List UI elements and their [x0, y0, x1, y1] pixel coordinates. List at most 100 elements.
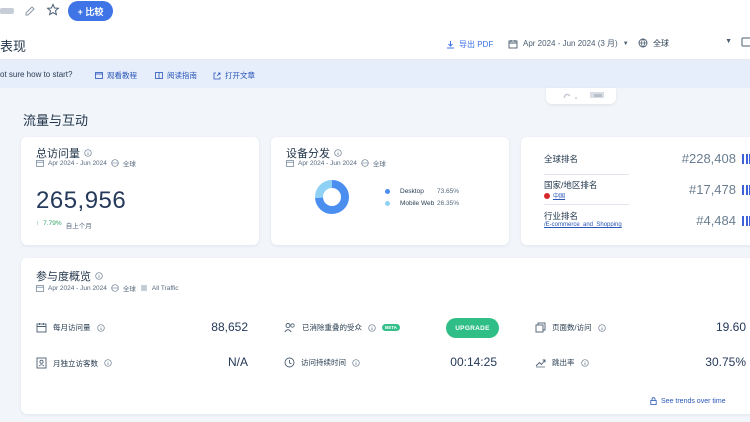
help-prompt: ot sure how to start?: [0, 70, 73, 79]
total-visits-card: 总访问量 Apr 2024 - Jun 2024 全球 265,956 ↑ 7.…: [21, 137, 259, 245]
country-rank-label: 国家/地区排名: [544, 180, 598, 190]
engagement-title-text: 参与度概览: [36, 271, 91, 283]
country-name: 中国: [553, 194, 566, 200]
total-visits-delta: ↑ 7.79% 自上个月: [36, 220, 92, 230]
info-icon[interactable]: [597, 323, 606, 332]
compare-button[interactable]: + 比较: [68, 1, 113, 21]
info-icon[interactable]: [104, 359, 112, 367]
region-select[interactable]: 全球 ▼: [638, 34, 738, 52]
guide-link-label: 阅读指南: [167, 71, 197, 80]
industry-rank-label: 行业排名: [544, 211, 579, 221]
total-visits-region: 全球: [122, 161, 136, 168]
global-rank-number: #228,408: [681, 151, 736, 166]
bounce-rate-metric: 跳出率: [535, 357, 589, 368]
person-card-icon: [36, 357, 47, 369]
info-icon[interactable]: [368, 323, 376, 332]
engagement-card: 参与度概览 Apr 2024 - Jun 2024 全球 All Traffic: [21, 258, 750, 414]
info-icon[interactable]: [352, 358, 360, 367]
rank-bars-icon: [742, 153, 750, 164]
bounce-rate-label: 跳出率: [552, 358, 575, 367]
globe-icon: [111, 159, 119, 167]
top-toolbar: + 比较: [0, 0, 750, 26]
star-icon[interactable]: [46, 3, 60, 17]
country-link[interactable]: 中国: [544, 191, 565, 200]
monthly-unique-value: N/A: [227, 355, 248, 369]
info-icon[interactable]: [580, 358, 589, 367]
arrow-up-icon: ↑: [36, 220, 40, 227]
calendar-icon: [36, 285, 44, 292]
video-icon: [95, 72, 103, 79]
legend-desktop-label: Desktop: [400, 188, 424, 195]
rank-card: 全球排名 #228,408 国家/地区排名 中国 #17,478 行业排名 /E…: [521, 137, 750, 245]
chevron-down-icon: ▼: [622, 40, 629, 47]
divider: [544, 204, 629, 205]
rank-bars-icon: [742, 184, 750, 195]
date-range-label: Apr 2024 - Jun 2024 (3 月): [523, 39, 618, 48]
thumbnail-image: [563, 92, 604, 99]
legend-mobile: Mobile Web 26.35%: [385, 200, 459, 207]
book-icon: [155, 72, 163, 79]
divider: [544, 174, 629, 175]
country-rank-value: #17,478: [689, 182, 750, 197]
bounce-rate-value: 30.75%: [705, 355, 746, 369]
engagement-region: 全球: [122, 286, 136, 293]
lock-icon: [650, 397, 657, 405]
global-rank-value: #228,408: [682, 151, 750, 166]
tutorial-link-label: 观看教程: [107, 71, 137, 80]
china-flag-icon: [544, 192, 550, 199]
engagement-meta: Apr 2024 - Jun 2024 全球 All Traffic: [36, 283, 179, 293]
monthly-visits-metric: 每月访问量: [36, 322, 105, 333]
total-visits-date: Apr 2024 - Jun 2024: [48, 159, 107, 167]
industry-link[interactable]: /E-commerce_and_Shopping: [544, 222, 622, 228]
total-visits-delta-label: 自上个月: [65, 223, 92, 230]
globe-icon: [638, 38, 648, 48]
see-trends-link[interactable]: See trends over time: [650, 397, 726, 405]
info-icon[interactable]: [95, 272, 103, 280]
info-icon[interactable]: [334, 149, 342, 157]
calendar-icon: [286, 160, 294, 167]
monthly-unique-label: 月独立访客数: [53, 358, 98, 368]
info-icon[interactable]: [96, 323, 105, 332]
chevron-down-icon: ▼: [725, 38, 732, 45]
calendar-icon: [508, 39, 518, 48]
export-pdf-button[interactable]: 导出 PDF: [446, 39, 493, 50]
legend-desktop-pct: 73.65%: [437, 188, 460, 195]
total-visits-value: 265,956: [36, 187, 127, 214]
trend-arrow-icon: [535, 359, 546, 368]
device-meta: Apr 2024 - Jun 2024 全球: [286, 158, 386, 168]
engagement-title: 参与度概览: [36, 268, 103, 284]
pages-icon: [535, 322, 546, 333]
legend-dot: [385, 201, 390, 206]
tutorial-link[interactable]: 观看教程: [95, 70, 137, 81]
date-range-picker[interactable]: Apr 2024 - Jun 2024 (3 月) ▼: [508, 38, 629, 49]
calendar-icon: [36, 160, 44, 167]
chat-icon[interactable]: [741, 37, 750, 49]
page-header: 表现 导出 PDF Apr 2024 - Jun 2024 (3 月) ▼ 全球…: [0, 26, 750, 60]
pencil-icon[interactable]: [24, 4, 36, 18]
monthly-visits-value: 88,652: [211, 320, 248, 334]
upgrade-button[interactable]: UPGRADE: [446, 318, 499, 338]
tab-chip-stub[interactable]: [0, 8, 14, 14]
guide-link[interactable]: 阅读指南: [155, 70, 197, 81]
download-icon: [447, 41, 454, 49]
engagement-traffic: All Traffic: [151, 284, 179, 292]
article-link[interactable]: 打开文章: [213, 70, 255, 81]
legend-mobile-pct: 26.35%: [437, 200, 460, 207]
legend-dot: [385, 189, 390, 194]
industry-rank-number: #4,484: [696, 213, 736, 228]
article-link-label: 打开文章: [225, 71, 255, 80]
industry-rank-value: #4,484: [696, 213, 750, 228]
monthly-unique-metric: 月独立访客数: [36, 357, 112, 369]
global-rank-label: 全球排名: [544, 154, 579, 164]
compare-label: + 比较: [77, 6, 104, 17]
export-pdf-label: 导出 PDF: [459, 40, 494, 49]
section-title: 流量与互动: [23, 113, 89, 128]
see-trends-label: See trends over time: [661, 397, 726, 405]
legend-mobile-label: Mobile Web: [400, 200, 435, 207]
dedup-audience-label: 已消除重叠的受众: [302, 323, 362, 332]
country-rank-number: #17,478: [689, 182, 736, 197]
monthly-visits-label: 每月访问量: [53, 323, 91, 332]
traffic-icon: [140, 285, 147, 291]
info-icon[interactable]: [84, 149, 92, 157]
external-link-icon: [213, 72, 221, 79]
